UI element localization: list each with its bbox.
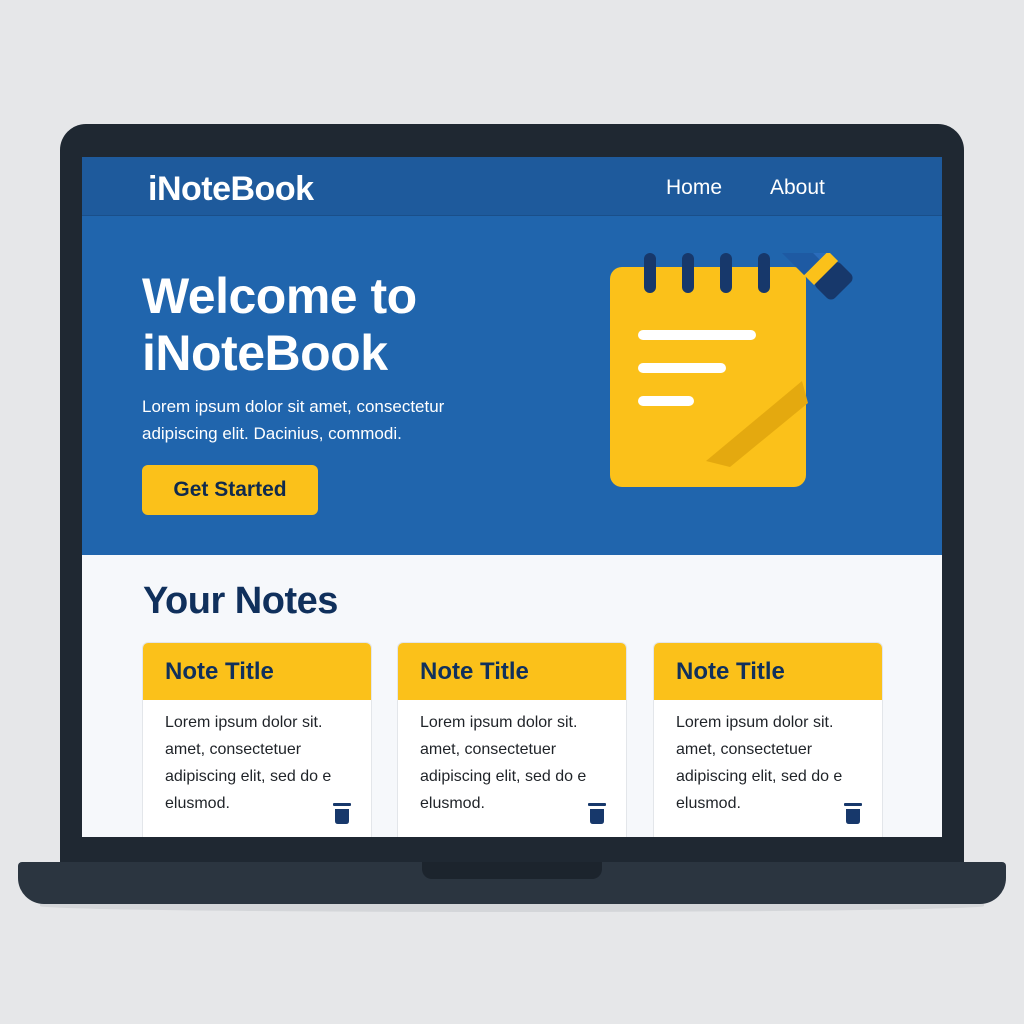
note-title: Note Title	[676, 658, 785, 685]
notes-section: Your Notes Note Title Lorem ipsum dolor …	[82, 555, 942, 837]
hero-title: Welcome to iNoteBook	[142, 268, 562, 382]
note-header: Note Title	[398, 643, 626, 700]
nav-link-about[interactable]: About	[770, 176, 825, 200]
navbar: iNoteBook Home About	[82, 157, 942, 216]
hero-section: Welcome to iNoteBook Lorem ipsum dolor s…	[82, 216, 942, 555]
section-title: Your Notes	[143, 580, 338, 622]
note-header: Note Title	[143, 643, 371, 700]
note-body: Lorem ipsum dolor sit. amet, consectetue…	[420, 714, 587, 812]
hero-subtitle: Lorem ipsum dolor sit amet, consectetur …	[142, 397, 445, 443]
note-title: Note Title	[420, 658, 529, 685]
trash-icon[interactable]	[588, 803, 606, 825]
nav-link-home[interactable]: Home	[666, 176, 722, 200]
note-body: Lorem ipsum dolor sit. amet, consectetue…	[165, 714, 332, 812]
note-card[interactable]: Note Title Lorem ipsum dolor sit. amet, …	[142, 642, 372, 837]
note-header: Note Title	[654, 643, 882, 700]
note-body: Lorem ipsum dolor sit. amet, consectetue…	[676, 714, 843, 812]
laptop-notch	[422, 862, 602, 879]
trash-icon[interactable]	[844, 803, 862, 825]
get-started-button[interactable]: Get Started	[142, 465, 318, 515]
brand-logo[interactable]: iNoteBook	[148, 170, 314, 209]
note-title: Note Title	[165, 658, 274, 685]
hero-title-line2: iNoteBook	[142, 325, 388, 381]
hero-title-line1: Welcome to	[142, 268, 417, 324]
laptop-screen: iNoteBook Home About Welcome to iNoteBoo…	[82, 157, 942, 837]
note-card[interactable]: Note Title Lorem ipsum dolor sit. amet, …	[397, 642, 627, 837]
notepad-pencil-icon	[610, 253, 853, 487]
trash-icon[interactable]	[333, 803, 351, 825]
note-card[interactable]: Note Title Lorem ipsum dolor sit. amet, …	[653, 642, 883, 837]
